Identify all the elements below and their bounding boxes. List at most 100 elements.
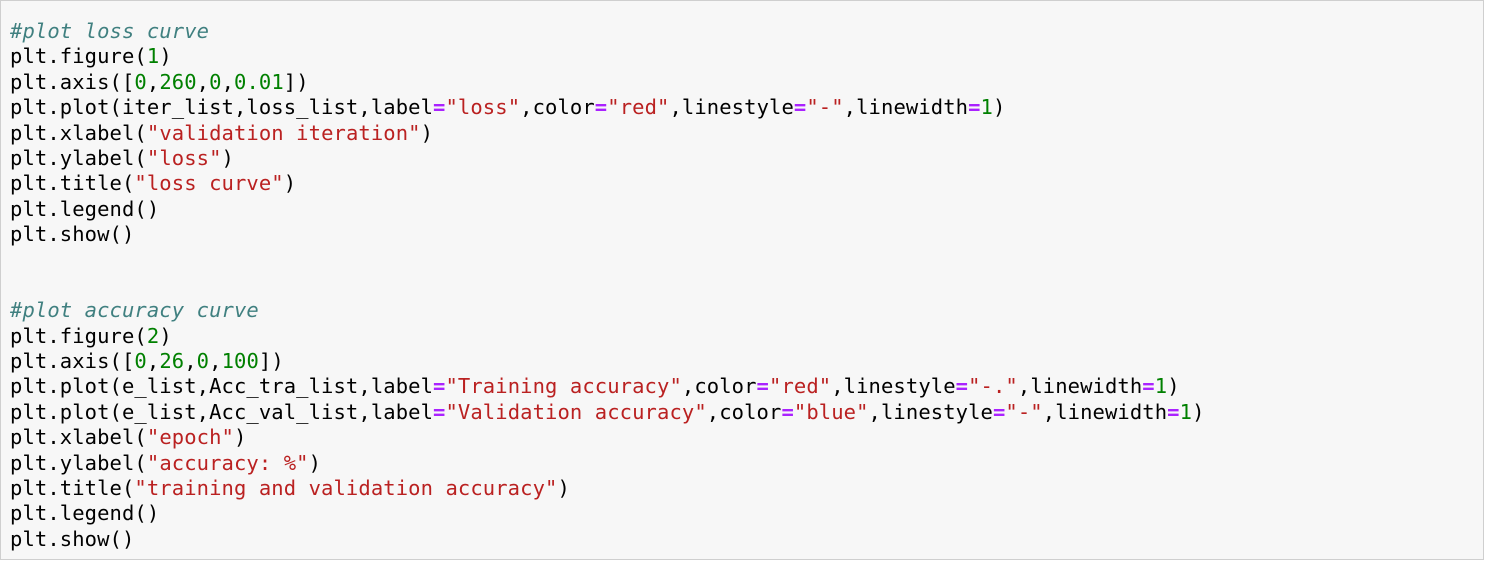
code-token-op: = (594, 95, 608, 120)
code-token-text: plt.ylabel( (10, 145, 147, 170)
code-token-text: ,linewidth (1042, 399, 1168, 424)
code-line: plt.axis([0,26,0,100]) (10, 349, 1205, 374)
code-token-number: 1 (146, 44, 160, 69)
code-token-text: plt.figure( (10, 323, 147, 348)
code-token-string: "loss" (146, 145, 222, 170)
code-token-text: plt.xlabel( (10, 120, 147, 145)
code-line: #plot loss curve (10, 19, 1205, 44)
code-token-text: ,linewidth (843, 95, 969, 120)
code-token-text: plt.show() (10, 222, 135, 247)
code-token-number: 0 (196, 349, 210, 374)
code-line: plt.legend() (10, 197, 1205, 222)
code-token-text: plt.plot(e_list,Acc_tra_list,label (10, 374, 434, 399)
code-token-text: plt.xlabel( (10, 425, 147, 450)
code-token-text: , (146, 349, 160, 374)
code-line: plt.figure(1) (10, 44, 1205, 69)
code-token-text: , (221, 69, 235, 94)
code-token-text: ) (233, 425, 247, 450)
code-line: plt.plot(e_list,Acc_tra_list,label="Trai… (10, 374, 1205, 399)
code-token-text: plt.title( (10, 171, 135, 196)
code-token-comment: #plot accuracy curve (10, 298, 259, 323)
code-line: plt.xlabel("validation iteration") (10, 121, 1205, 146)
code-line: plt.title("loss curve") (10, 171, 1205, 196)
code-token-op: = (1167, 399, 1180, 424)
code-token-text: ,color (520, 95, 595, 120)
code-token-string: "red" (769, 374, 832, 399)
code-token-text: plt.legend() (10, 501, 160, 526)
code-editor[interactable]: #plot loss curve plt.figure(1) plt.axis([0… (10, 19, 1205, 552)
code-token-string: "Training accuracy" (445, 374, 682, 399)
code-token-text: ) (1167, 374, 1180, 399)
code-token-op: = (793, 95, 807, 120)
code-token-op: = (433, 374, 446, 399)
code-token-comment: #plot loss curve (10, 19, 210, 43)
code-token-op: = (756, 374, 769, 399)
code-line: #plot accuracy curve (10, 298, 1205, 323)
code-token-string: "training and validation accuracy" (134, 476, 558, 501)
code-token-number: 2 (146, 323, 160, 348)
code-token-number: 0.01 (234, 69, 284, 94)
code-cell[interactable]: #plot loss curve plt.figure(1) plt.axis([0… (0, 0, 1484, 560)
code-token-text: ]) (258, 349, 284, 374)
code-token-text: plt.figure( (10, 44, 147, 69)
code-token-number: 0 (209, 69, 222, 94)
code-token-op: = (968, 95, 981, 120)
code-token-text: plt.plot(e_list,Acc_val_list,label (10, 399, 434, 424)
code-token-text: ) (308, 450, 322, 475)
code-token-op: = (955, 374, 969, 399)
code-line: plt.legend() (10, 501, 1205, 526)
code-token-text: ,color (681, 374, 757, 399)
code-token-string: "validation iteration" (146, 120, 421, 145)
code-token-text: , (184, 349, 197, 374)
code-token-text: , (146, 69, 160, 94)
code-token-string: "blue" (793, 399, 869, 424)
code-token-number: 0 (134, 69, 147, 94)
code-line: plt.show() (10, 222, 1205, 247)
code-token-number: 260 (159, 69, 197, 94)
code-line: plt.plot(e_list,Acc_val_list,label="Vali… (10, 400, 1205, 425)
code-token-text: ]) (283, 69, 309, 94)
code-token-number: 1 (980, 95, 993, 120)
code-token-number: 26 (159, 349, 185, 374)
code-token-number: 0 (134, 349, 147, 374)
code-token-text: plt.axis([ (10, 349, 135, 374)
code-line: plt.axis([0,260,0,0.01]) (10, 70, 1205, 95)
code-token-string: "-" (1005, 399, 1043, 424)
code-token-text: ,linestyle (868, 399, 993, 424)
code-token-op: = (1142, 374, 1155, 399)
code-token-text: ) (283, 171, 297, 196)
code-token-text: plt.show() (10, 526, 135, 551)
code-token-op: = (781, 399, 794, 424)
code-token-string: "loss curve" (134, 171, 284, 196)
code-token-text: plt.legend() (10, 196, 160, 221)
code-line: plt.ylabel("accuracy: %") (10, 451, 1205, 476)
code-token-string: "Validation accuracy" (445, 399, 707, 424)
code-token-text: ,linestyle (669, 95, 794, 120)
code-token-text: plt.title( (10, 476, 135, 501)
code-token-op: = (433, 399, 446, 424)
code-token-number: 1 (1154, 374, 1168, 399)
code-token-text: ) (159, 323, 172, 348)
code-token-string: "red" (607, 95, 670, 120)
code-token-op: = (433, 95, 446, 120)
code-token-string: "-" (806, 95, 844, 120)
code-token-number: 100 (221, 349, 259, 374)
code-token-string: "loss" (445, 95, 521, 120)
code-token-text: ) (1192, 399, 1205, 424)
code-token-text: ,linestyle (831, 374, 956, 399)
code-token-text: ,linewidth (1017, 374, 1143, 399)
code-line: plt.title("training and validation accur… (10, 476, 1205, 501)
code-token-string: "accuracy: %" (146, 450, 309, 475)
code-line: plt.figure(2) (10, 324, 1205, 349)
code-token-number: 1 (1179, 399, 1193, 424)
code-line: plt.plot(iter_list,loss_list,label="loss… (10, 95, 1205, 120)
code-token-text: plt.ylabel( (10, 450, 147, 475)
code-token-text: , (196, 69, 210, 94)
code-token-text: ) (221, 145, 234, 170)
code-line: plt.xlabel("epoch") (10, 425, 1205, 450)
code-token-text: ,color (706, 399, 782, 424)
code-token-text: plt.axis([ (10, 69, 135, 94)
code-token-text: , (209, 349, 222, 374)
